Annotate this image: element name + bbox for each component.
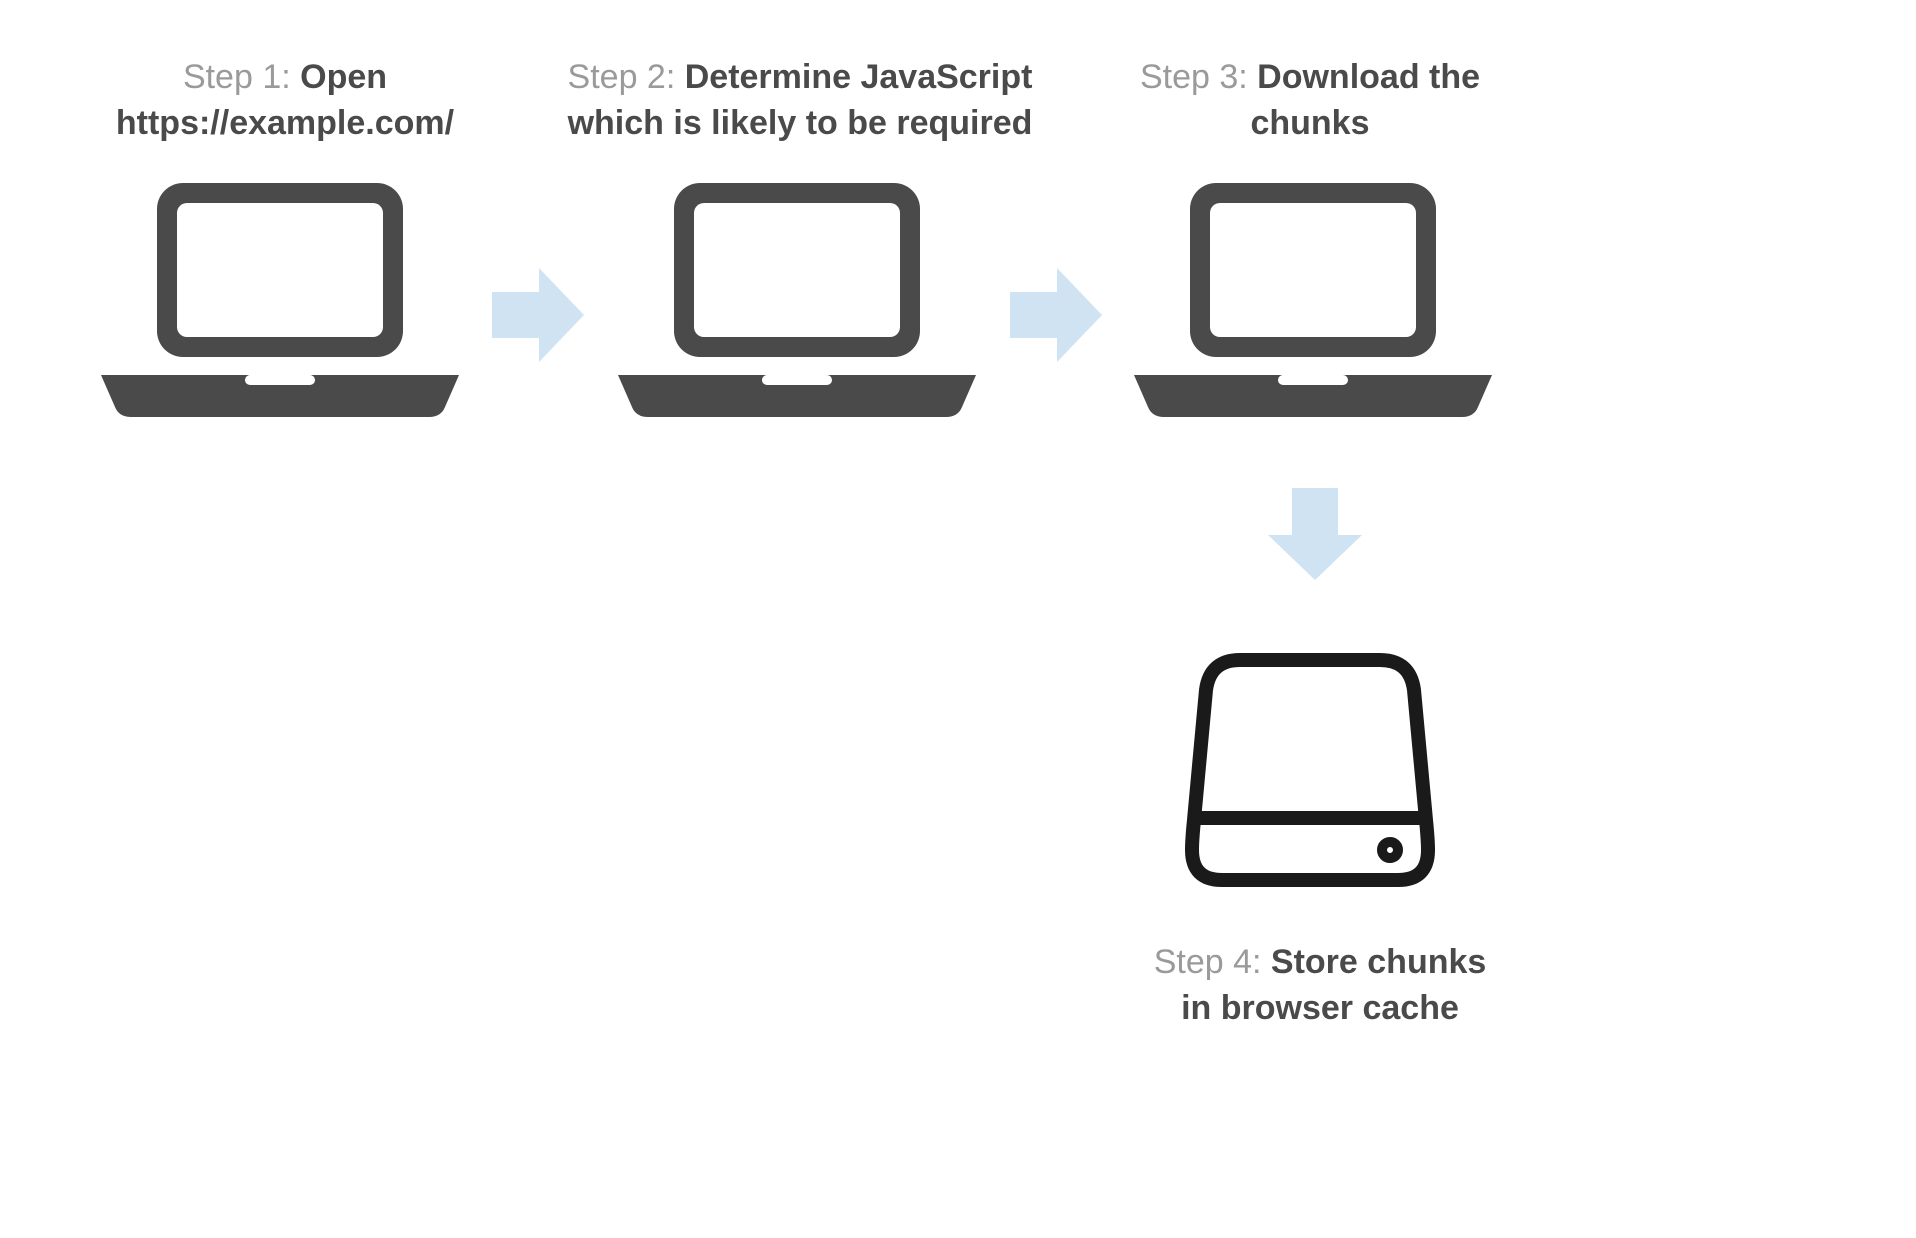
step-bold-1: Determine JavaScript [685, 58, 1033, 96]
arrow-down-icon [1260, 480, 1370, 590]
step-prefix: Step 1: [183, 58, 300, 96]
arrow-right-icon [484, 260, 594, 370]
step-1-label: Step 1: Open https://example.com/ [60, 55, 510, 147]
laptop-icon [95, 175, 465, 435]
laptop-icon [1128, 175, 1498, 435]
step-2-label: Step 2: Determine JavaScript which is li… [540, 55, 1060, 147]
storage-icon [1180, 640, 1440, 900]
step-prefix: Step 3: [1140, 58, 1257, 96]
step-bold-2: which is likely to be required [568, 104, 1033, 142]
step-bold-1: Open [300, 58, 387, 96]
step-prefix: Step 4: [1154, 943, 1271, 981]
step-bold-2: in browser cache [1181, 989, 1459, 1027]
laptop-icon [612, 175, 982, 435]
step-prefix: Step 2: [568, 58, 685, 96]
step-bold-2: https://example.com/ [116, 104, 454, 142]
step-bold-1: Download the [1257, 58, 1480, 96]
arrow-right-icon [1002, 260, 1112, 370]
step-3-label: Step 3: Download the chunks [1090, 55, 1530, 147]
step-bold-1: Store chunks [1271, 943, 1486, 981]
step-bold-2: chunks [1250, 104, 1369, 142]
step-4-label: Step 4: Store chunks in browser cache [1100, 940, 1540, 1032]
